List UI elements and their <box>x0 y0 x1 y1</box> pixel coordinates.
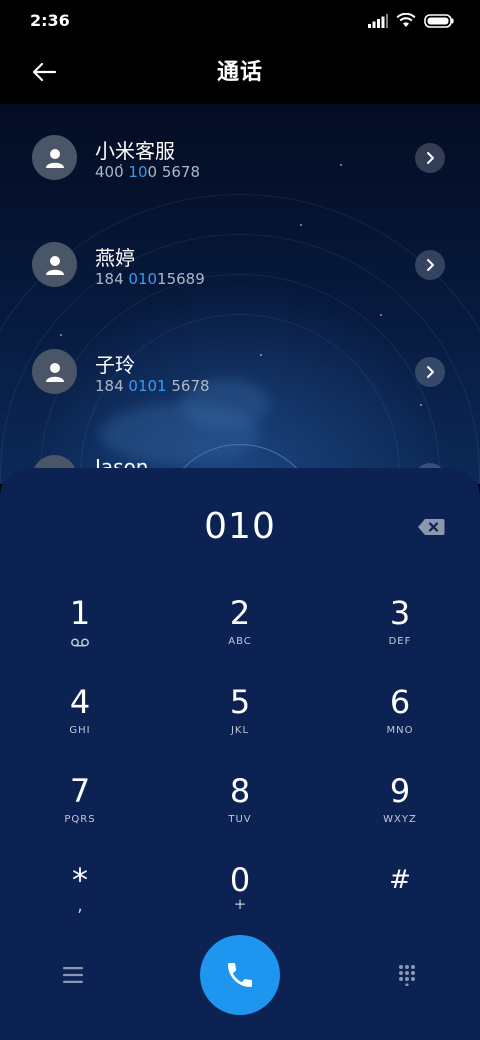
contact-name: 小米客服 <box>95 139 175 163</box>
menu-button[interactable] <box>53 955 93 995</box>
key-9[interactable]: 9 WXYZ <box>330 772 470 852</box>
key-digit: 4 <box>69 683 91 721</box>
avatar <box>32 349 77 394</box>
key-hash[interactable]: # <box>330 861 470 941</box>
key-letters: TUV <box>228 814 252 825</box>
key-digit: 7 <box>69 772 91 810</box>
dial-input[interactable]: 010 <box>0 506 480 547</box>
key-letters: DEF <box>388 636 412 647</box>
key-6[interactable]: 6 MNO <box>330 683 470 763</box>
contact-detail-button[interactable] <box>415 250 445 280</box>
dialpad: 010 1 2 ABC 3 DEF 4 GHI 5 JKL 6 MNO 7 PQ… <box>0 468 480 1040</box>
number-part: 400 <box>95 163 124 181</box>
key-1[interactable]: 1 <box>10 594 150 674</box>
key-digit: 1 <box>69 594 91 632</box>
key-letters: + <box>233 895 247 913</box>
key-digit: 2 <box>229 594 251 632</box>
key-digit: 6 <box>389 683 411 721</box>
contact-number: 184 01015689 <box>95 270 205 288</box>
key-star[interactable]: * , <box>10 861 150 941</box>
key-8[interactable]: 8 TUV <box>170 772 310 852</box>
number-part: 5678 <box>166 377 210 395</box>
menu-icon <box>63 967 83 983</box>
keypad-toggle-button[interactable] <box>387 955 427 995</box>
key-digit: # <box>389 865 411 895</box>
key-letters: PQRS <box>64 814 96 825</box>
key-letters: JKL <box>230 725 250 736</box>
contact-detail-button[interactable] <box>415 143 445 173</box>
number-match: 010 <box>128 270 158 288</box>
signal-icon <box>368 13 388 28</box>
chevron-right-icon <box>427 152 434 164</box>
list-item[interactable]: 燕婷 184 01015689 <box>0 242 480 332</box>
key-digit: 5 <box>229 683 251 721</box>
key-digit: * <box>72 861 88 899</box>
contact-number: 184 0101 5678 <box>95 377 210 395</box>
key-letters: MNO <box>386 725 414 736</box>
key-letters: ABC <box>228 636 252 647</box>
key-letters: WXYZ <box>383 814 417 825</box>
key-digit: 9 <box>389 772 411 810</box>
number-part: 184 <box>95 270 129 288</box>
key-4[interactable]: 4 GHI <box>10 683 150 763</box>
person-icon <box>45 362 64 382</box>
chevron-right-icon <box>427 259 434 271</box>
key-7[interactable]: 7 PQRS <box>10 772 150 852</box>
key-letters: GHI <box>69 725 91 736</box>
voicemail-icon <box>71 638 89 647</box>
list-item[interactable]: 子玲 184 0101 5678 <box>0 349 480 439</box>
phone-icon <box>228 963 252 987</box>
key-2[interactable]: 2 ABC <box>170 594 310 674</box>
backspace-icon <box>418 519 445 535</box>
contact-detail-button[interactable] <box>415 357 445 387</box>
key-3[interactable]: 3 DEF <box>330 594 470 674</box>
number-part: 184 <box>95 377 129 395</box>
person-icon <box>45 255 64 275</box>
contact-name: 燕婷 <box>95 246 135 270</box>
key-letters: , <box>77 895 83 916</box>
number-part: 15689 <box>157 270 205 288</box>
key-digit: 0 <box>229 861 251 899</box>
avatar <box>32 242 77 287</box>
key-digit: 8 <box>229 772 251 810</box>
number-match: 10 <box>128 163 148 181</box>
wifi-icon <box>396 13 416 27</box>
contact-number: 400 100 5678 <box>95 163 200 181</box>
page-title: 通话 <box>216 60 263 85</box>
status-bar: 2:36 <box>0 0 480 42</box>
key-5[interactable]: 5 JKL <box>170 683 310 763</box>
header: 通话 <box>0 42 480 104</box>
backspace-button[interactable] <box>417 518 445 536</box>
keypad-icon <box>399 965 415 986</box>
avatar <box>32 135 77 180</box>
contact-name: 子玲 <box>95 353 135 377</box>
decor-star <box>60 334 62 336</box>
call-button[interactable] <box>200 935 280 1015</box>
status-icons <box>368 13 454 28</box>
number-part: 0 5678 <box>147 163 201 181</box>
battery-icon <box>424 13 454 28</box>
person-icon <box>45 148 64 168</box>
key-digit: 3 <box>389 594 411 632</box>
list-item[interactable]: 小米客服 400 100 5678 <box>0 135 480 225</box>
number-match: 0101 <box>128 377 167 395</box>
status-time: 2:36 <box>30 11 70 30</box>
chevron-right-icon <box>427 366 434 378</box>
key-0[interactable]: 0 + <box>170 861 310 941</box>
